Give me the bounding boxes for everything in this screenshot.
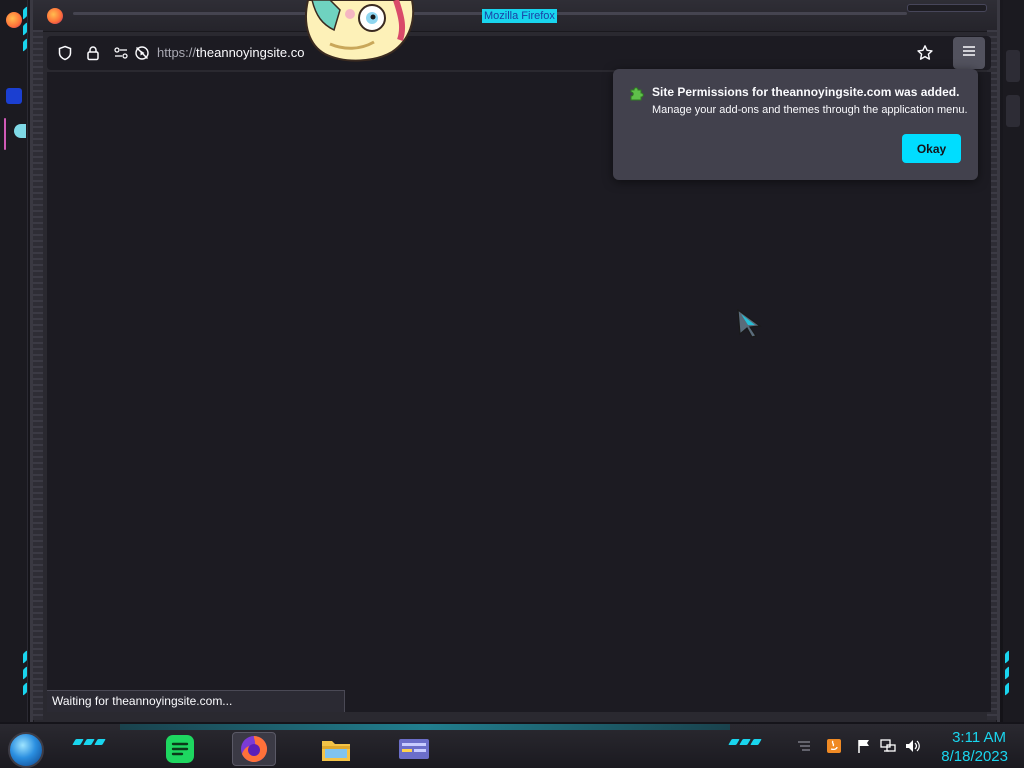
clock-time[interactable]: 3:11 AM — [936, 730, 1006, 746]
hamburger-menu-button[interactable] — [953, 37, 985, 69]
clock-date[interactable]: 8/18/2023 — [930, 748, 1008, 766]
app-dock-icon[interactable] — [6, 88, 22, 104]
dock-tab-handle[interactable] — [14, 124, 26, 138]
cartoon-sticker — [304, 0, 415, 62]
firefox-icon — [47, 8, 63, 24]
start-button[interactable] — [8, 732, 44, 768]
file-explorer-icon[interactable] — [314, 732, 358, 766]
autoplay-blocked-icon[interactable] — [132, 43, 152, 63]
popup-title: Site Permissions for theannoyingsite.com… — [652, 85, 960, 99]
taskbar: 3:11 AM 8/18/2023 — [0, 722, 1024, 768]
left-dock — [0, 0, 28, 728]
url-host: theannoyingsite.co — [196, 45, 305, 60]
okay-button[interactable]: Okay — [902, 134, 961, 163]
java-icon[interactable] — [826, 738, 842, 754]
taskbar-ornament — [72, 739, 106, 745]
taskbar-ornament — [728, 739, 762, 745]
spotify-icon[interactable] — [158, 732, 202, 766]
volume-icon[interactable] — [905, 738, 921, 754]
popup-body: Manage your add-ons and themes through t… — [652, 104, 968, 116]
window-manager-icon[interactable] — [392, 732, 436, 766]
taskbar-glow — [120, 724, 730, 730]
window-title: Mozilla Firefox — [482, 9, 557, 23]
right-dock — [1003, 0, 1024, 728]
navigation-toolbar: https://theannoyingsite.co — [47, 36, 991, 70]
titlebar[interactable]: Mozilla Firefox — [33, 0, 997, 32]
url-bar[interactable]: https://theannoyingsite.co — [157, 45, 304, 61]
permissions-icon[interactable] — [111, 43, 131, 63]
bookmark-star-icon[interactable] — [915, 43, 935, 63]
frame-left — [33, 30, 43, 720]
mouse-cursor-icon — [737, 308, 762, 338]
overflow-icon[interactable] — [796, 738, 812, 754]
network-icon[interactable] — [880, 738, 896, 754]
right-dock-slot[interactable] — [1006, 50, 1020, 82]
dock-indicator — [4, 118, 6, 150]
status-panel: Waiting for theannoyingsite.com... — [47, 690, 345, 712]
site-permissions-popup: Site Permissions for theannoyingsite.com… — [613, 69, 978, 180]
puzzle-piece-icon — [628, 84, 646, 102]
hamburger-menu-icon — [962, 44, 976, 62]
flag-icon[interactable] — [856, 738, 872, 754]
firefox-dock-icon[interactable] — [6, 12, 22, 28]
lock-icon[interactable] — [83, 43, 103, 63]
right-dock-slot[interactable] — [1006, 95, 1020, 127]
firefox-icon[interactable] — [232, 732, 276, 766]
titlebar-notch — [907, 4, 987, 12]
shield-icon[interactable] — [55, 43, 75, 63]
url-scheme: https:// — [157, 45, 197, 60]
